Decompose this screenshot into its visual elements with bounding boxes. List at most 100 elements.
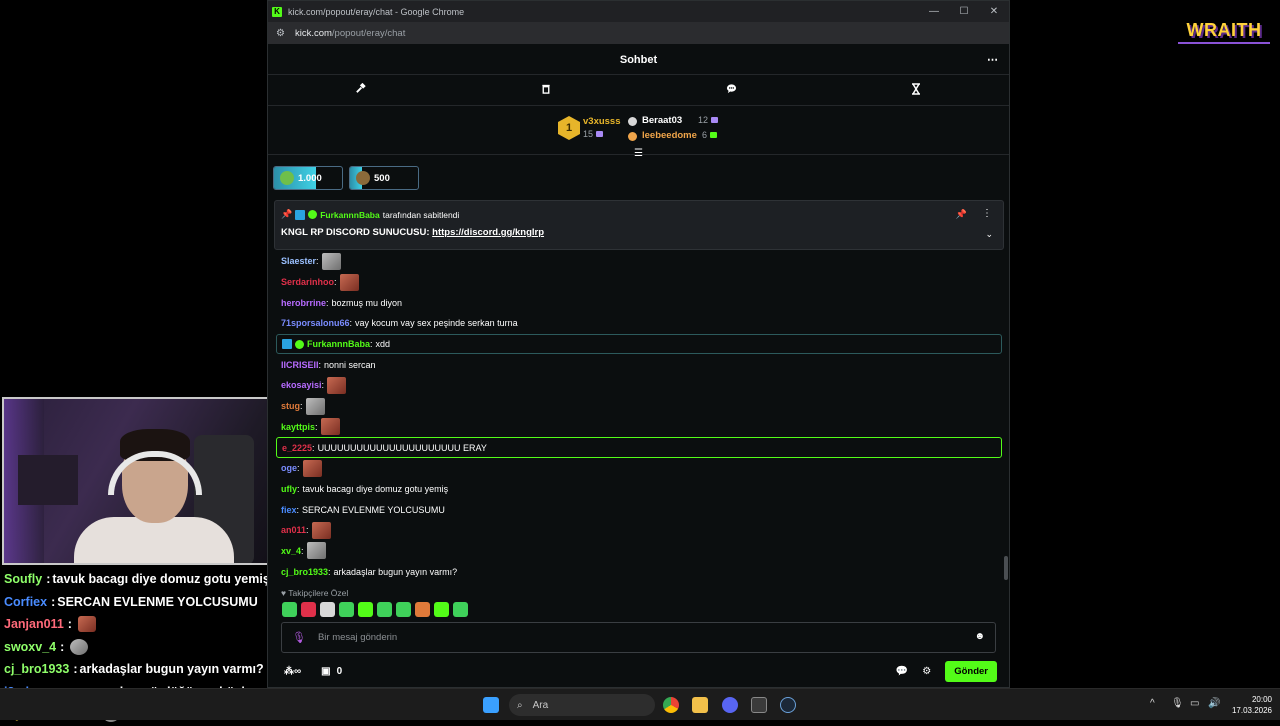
chat-scrollbar[interactable] [1004,556,1008,580]
chrome-icon[interactable] [663,697,679,713]
chat-message: an011: [276,520,1002,541]
chat-username[interactable]: Slaester [281,256,316,266]
pin-icon: 📌 [281,209,293,219]
follower-only-label: ♥ Takipçilere Özel [281,588,349,598]
leader-first-name[interactable]: v3xusss [583,116,621,127]
emote-button[interactable] [453,602,468,617]
emote-button[interactable] [301,602,316,617]
leader-third-count: 6 [702,130,708,140]
chat-text: xdd [375,339,391,350]
emote-image [70,638,89,655]
chat-username[interactable]: oge [281,463,297,473]
chat-bubble-icon[interactable] [639,83,824,97]
microphone-icon[interactable]: 🎙 [1171,698,1184,709]
leader-second-count: 12 [698,115,709,125]
emote-button[interactable] [396,602,411,617]
chat-username[interactable]: stug [281,401,300,411]
gear-icon[interactable]: ⚙ [922,666,931,677]
system-clock[interactable]: 20:00 17.03.2026 [1228,694,1272,716]
emote-button[interactable] [358,602,373,617]
emote-button[interactable] [282,602,297,617]
goal-bar[interactable]: 1.000 [273,166,343,190]
emoji-picker-icon[interactable]: ☻ [974,631,985,642]
goal-bar[interactable]: 500 [349,166,419,190]
chat-username[interactable]: 71sporsalonu66 [281,318,350,328]
emote-button[interactable] [434,602,449,617]
emote-button[interactable] [415,602,430,617]
rewards-count: 0 [336,665,343,677]
pinned-more-icon[interactable]: ⋮ [982,208,992,219]
chat-text: SERCAN EVLENME YOLCUSUMU [302,504,445,515]
channel-points-button[interactable]: ⁂∞ [284,666,301,677]
silver-badge-icon [628,117,637,126]
pinned-by-suffix: tarafından sabitlendi [382,209,460,220]
chat-username[interactable]: xv_4 [281,546,301,556]
obs-icon[interactable] [751,697,767,713]
chat-message: oge: [276,458,1002,479]
hourglass-icon[interactable] [824,82,1009,98]
chat-text: nonni sercan [324,359,376,370]
overlay-username: cj_bro1933 [4,662,70,677]
discord-icon[interactable] [722,697,738,713]
file-explorer-icon[interactable] [692,697,708,713]
mod-badge-icon [282,339,292,350]
wraith-logo: WRAITH [1178,18,1270,44]
leader-second-name[interactable]: Beraat03 [642,115,682,126]
chat-username[interactable]: e_2225 [282,443,312,453]
search-icon: ⌕ [517,699,523,711]
more-options-icon[interactable]: ⋯ [987,53,999,66]
chat-username[interactable]: ekosayisi [281,380,322,390]
emote-image [339,273,359,291]
microphone-icon[interactable]: 🎙 [292,631,306,644]
chat-username[interactable]: herobrrine [281,298,326,308]
taskbar-search[interactable]: ⌕ Ara [509,694,655,716]
chat-username[interactable]: kayttpis [281,422,315,432]
chat-bubble-icon[interactable]: 💬 [896,666,908,677]
volume-icon[interactable]: 🔊 [1208,698,1220,709]
chat-username[interactable]: cj_bro1933 [281,567,328,577]
chat-message: Slaester: [276,251,1002,272]
mod-toolbar [268,75,1009,106]
steam-icon[interactable] [780,697,796,713]
chat-text: tavuk bacagı diye domuz gotu yemiş [302,483,449,494]
trash-icon[interactable] [453,83,638,97]
emote-button[interactable] [339,602,354,617]
display-icon[interactable]: ▭ [1190,698,1199,709]
minimize-button[interactable]: — [919,6,949,17]
chevron-up-icon[interactable]: ^ [1150,698,1155,709]
unpin-icon[interactable]: 📌 [956,209,967,220]
start-button-icon[interactable] [483,697,499,713]
emote-button[interactable] [377,602,392,617]
clock-date: 17.03.2026 [1231,706,1272,715]
address-bar[interactable]: ⚙ kick.com/popout/eray/chat [268,22,1009,44]
send-button[interactable]: Gönder [945,660,997,682]
emote-image [77,616,96,633]
rewards-button[interactable]: ▣ 0 [321,666,342,677]
gift-leaderboard: 1 v3xusss 15 Beraat03 12 leebeedome 6 ☰ [268,106,1009,159]
chat-username[interactable]: an011 [281,525,306,535]
chevron-down-icon[interactable]: ⌄ [985,229,993,240]
chat-username[interactable]: ufly [281,484,297,494]
chat-message: ufly: tavuk bacagı diye domuz gotu yemiş [281,483,449,494]
overlay-username: Soufly [4,572,43,587]
close-button[interactable]: ✕ [979,6,1009,17]
mod-badge-icon [295,209,306,220]
chat-message: stug: [276,396,1002,417]
goal-icon [356,171,370,185]
hammer-icon[interactable] [268,82,453,97]
kick-favicon-icon: K [272,6,282,17]
chat-username[interactable]: fiex [281,505,297,515]
pinned-link[interactable]: https://discord.gg/knglrp [432,227,544,238]
leader-third-name[interactable]: leebeedome [642,130,697,141]
pinned-by-user[interactable]: FurkannnBaba [320,210,380,220]
chat-username[interactable]: FurkannnBaba [307,339,370,349]
site-settings-icon[interactable]: ⚙ [276,28,285,39]
emote-button[interactable] [320,602,335,617]
message-input[interactable]: 🎙 Bir mesaj gönderin ☻ [281,622,996,653]
expand-menu-icon[interactable]: ☰ [634,148,644,159]
chat-username[interactable]: Serdarinhoo [281,277,334,287]
maximize-button[interactable]: ☐ [949,6,979,17]
pinned-message[interactable]: 📌 FurkannnBaba tarafından sabitlendi KNG… [274,200,1004,250]
chat-message: IICRISEII: nonni sercan [281,359,376,370]
chat-username[interactable]: IICRISEII [281,360,319,370]
